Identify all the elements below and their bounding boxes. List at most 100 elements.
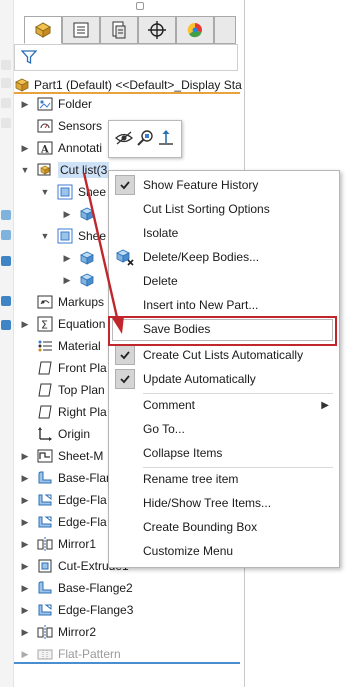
- tree-item-cut-list[interactable]: ▼ Cut list(3: [20, 159, 110, 181]
- clipped-icon: [1, 256, 11, 266]
- collapse-arrow-icon[interactable]: ▼: [20, 165, 30, 175]
- mirror-icon: [36, 535, 54, 553]
- tree-item-origin[interactable]: Origin: [20, 423, 90, 445]
- menu-item-delete-keep-bodies[interactable]: Delete/Keep Bodies...: [109, 245, 339, 269]
- tree-item-sensors[interactable]: Sensors: [20, 115, 102, 137]
- menu-item-customize-menu[interactable]: Customize Menu: [109, 539, 339, 563]
- expand-arrow-icon[interactable]: ▶: [20, 495, 30, 506]
- tab-display-manager[interactable]: [176, 16, 214, 44]
- tree-item-sheet-metal-2[interactable]: ▼ Shee: [40, 225, 106, 247]
- sheet-metal-icon: [36, 447, 54, 465]
- left-panel-edge: [0, 0, 14, 687]
- clipped-icon: [1, 210, 11, 220]
- tree-item-front-plane[interactable]: Front Pla: [20, 357, 107, 379]
- tree-item-edge-flange-1[interactable]: ▶ Edge-Fla: [20, 489, 107, 511]
- tab-configuration-manager[interactable]: [100, 16, 138, 44]
- expand-arrow-icon[interactable]: ▶: [20, 473, 30, 484]
- menu-item-rename-tree-item[interactable]: Rename tree item: [109, 467, 339, 491]
- checkmark-icon: [115, 369, 135, 389]
- plane-icon: [36, 381, 54, 399]
- menu-item-cut-list-sorting-options[interactable]: Cut List Sorting Options: [109, 197, 339, 221]
- tree-item-base-flange-2[interactable]: ▶ Base-Flange2: [20, 577, 133, 599]
- menu-item-comment[interactable]: Comment ▶: [109, 393, 339, 417]
- clipped-icon: [1, 296, 11, 306]
- expand-arrow-icon[interactable]: ▶: [20, 583, 30, 594]
- expand-arrow-icon[interactable]: ▶: [20, 649, 30, 660]
- menu-item-create-cut-lists-automatically[interactable]: Create Cut Lists Automatically: [109, 343, 339, 367]
- tree-item-body-3[interactable]: ▶: [62, 269, 100, 291]
- folder-icon: [36, 95, 54, 113]
- tree-item-body-1[interactable]: ▶: [62, 203, 100, 225]
- menu-item-delete[interactable]: Delete: [109, 269, 339, 293]
- expand-arrow-icon[interactable]: ▶: [20, 605, 30, 616]
- expand-arrow-icon[interactable]: ▶: [20, 99, 30, 110]
- expand-arrow-icon[interactable]: ▶: [20, 451, 30, 462]
- tree-item-markups[interactable]: Markups: [20, 291, 104, 313]
- solid-body-icon: [78, 205, 96, 223]
- menu-item-update-automatically[interactable]: Update Automatically: [109, 367, 339, 391]
- menu-item-insert-into-new-part[interactable]: Insert into New Part...: [109, 293, 339, 317]
- sheet-metal-folder-icon: [56, 227, 74, 245]
- tree-item-edge-flange-3[interactable]: ▶ Edge-Flange3: [20, 599, 134, 621]
- clipped-icon: [1, 118, 11, 128]
- tree-item-sheet-metal-1[interactable]: ▼ Shee: [40, 181, 106, 203]
- tree-item-edge-flange-2[interactable]: ▶ Edge-Fla: [20, 511, 107, 533]
- tree-item-base-flange-1[interactable]: ▶ Base-Flan: [20, 467, 113, 489]
- tab-dimxpert-manager[interactable]: [138, 16, 176, 44]
- menu-item-isolate[interactable]: Isolate: [109, 221, 339, 245]
- checkmark-icon: [115, 175, 135, 195]
- tab-property-manager[interactable]: [62, 16, 100, 44]
- expand-arrow-icon[interactable]: ▶: [20, 143, 30, 154]
- expand-arrow-icon[interactable]: ▶: [62, 253, 72, 264]
- menu-item-create-bounding-box[interactable]: Create Bounding Box: [109, 515, 339, 539]
- tree-item-folder[interactable]: ▶ Folder: [20, 93, 92, 115]
- collapse-arrow-icon[interactable]: ▼: [40, 231, 50, 241]
- normal-to-icon[interactable]: [156, 128, 176, 151]
- context-toolbar: [108, 120, 182, 158]
- tree-item-top-plane[interactable]: Top Plan: [20, 379, 105, 401]
- expand-arrow-icon[interactable]: ▶: [62, 209, 72, 220]
- panel-handle[interactable]: [136, 2, 144, 10]
- filter-bar[interactable]: [14, 44, 238, 71]
- checkmark-icon: [115, 345, 135, 365]
- hide-show-icon[interactable]: [114, 128, 134, 151]
- tree-item-mirror-1[interactable]: ▶ Mirror1: [20, 533, 96, 555]
- tree-item-material[interactable]: Material: [20, 335, 101, 357]
- delete-keep-bodies-icon: [115, 247, 135, 267]
- display-manager-icon: [187, 22, 202, 38]
- collapse-arrow-icon[interactable]: ▼: [40, 187, 50, 197]
- rollback-bar[interactable]: [14, 662, 240, 664]
- expand-arrow-icon[interactable]: ▶: [20, 627, 30, 638]
- mirror-icon: [36, 623, 54, 641]
- zoom-to-selection-icon[interactable]: [135, 128, 155, 151]
- tree-item-annotations[interactable]: ▶ A Annotati: [20, 137, 103, 159]
- base-flange-icon: [36, 579, 54, 597]
- tree-item-equations[interactable]: ▶ Σ Equation: [20, 313, 105, 335]
- expand-arrow-icon[interactable]: ▶: [20, 539, 30, 550]
- expand-arrow-icon[interactable]: ▶: [62, 275, 72, 286]
- solid-body-icon: [78, 271, 96, 289]
- solid-body-icon: [78, 249, 96, 267]
- tree-item-mirror-2[interactable]: ▶ Mirror2: [20, 621, 96, 643]
- tree-item-sheet-metal[interactable]: ▶ Sheet-M: [20, 445, 104, 467]
- clipped-icon: [1, 78, 11, 88]
- manager-tab-bar: [14, 0, 356, 687]
- origin-icon: [36, 425, 54, 443]
- tree-item-right-plane[interactable]: Right Pla: [20, 401, 107, 423]
- menu-item-go-to[interactable]: Go To...: [109, 417, 339, 441]
- menu-item-show-feature-history[interactable]: Show Feature History: [109, 173, 339, 197]
- menu-item-collapse-items[interactable]: Collapse Items: [109, 441, 339, 465]
- expand-arrow-icon[interactable]: ▶: [20, 561, 30, 572]
- expand-arrow-icon[interactable]: ▶: [20, 517, 30, 528]
- tab-overflow[interactable]: [214, 16, 236, 44]
- tab-feature-manager[interactable]: [24, 16, 62, 44]
- filter-icon[interactable]: [20, 49, 38, 68]
- plane-icon: [36, 359, 54, 377]
- clipped-icon: [1, 230, 11, 240]
- expand-arrow-icon[interactable]: ▶: [20, 319, 30, 330]
- tree-item-body-2[interactable]: ▶: [62, 247, 100, 269]
- svg-text:Σ: Σ: [41, 319, 48, 332]
- cut-list-icon: [36, 161, 54, 179]
- menu-item-hide-show-tree-items[interactable]: Hide/Show Tree Items...: [109, 491, 339, 515]
- property-manager-icon: [73, 22, 89, 38]
